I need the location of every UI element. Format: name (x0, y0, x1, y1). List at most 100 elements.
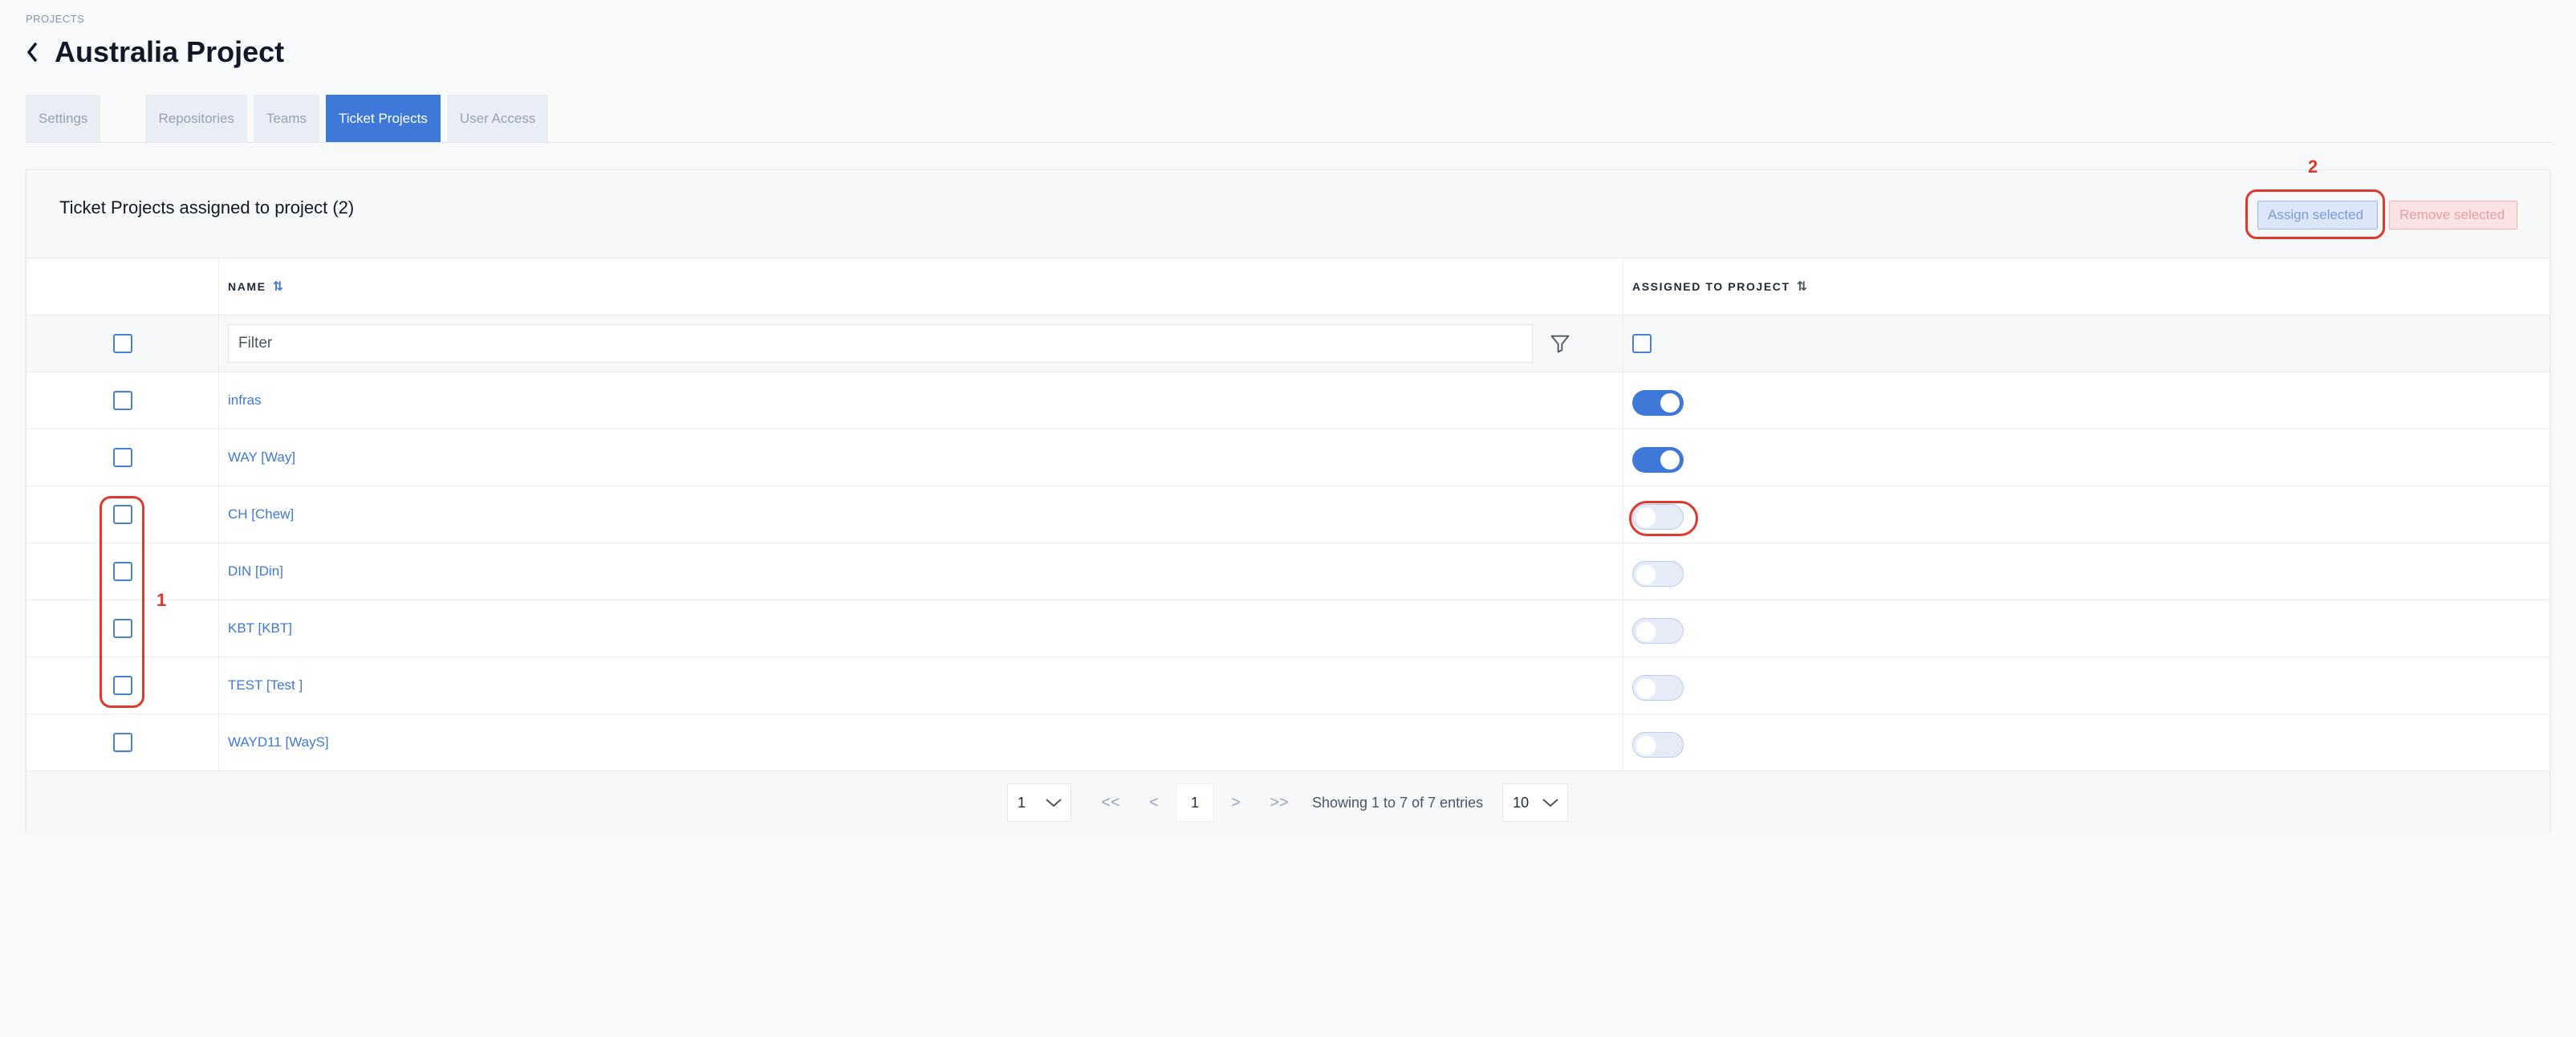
assigned-toggle[interactable] (1632, 504, 1684, 530)
project-link[interactable]: WAY [Way] (228, 449, 295, 466)
pagination: 1 << < 1 > >> Showing 1 to 7 of 7 entrie… (1007, 783, 1569, 822)
row-name-cell: DIN [Din] (219, 543, 1623, 600)
row-assigned-cell (1623, 714, 2550, 771)
toggle-knob (1636, 622, 1656, 641)
row-check-cell (26, 429, 219, 486)
entries-summary: Showing 1 to 7 of 7 entries (1312, 794, 1484, 811)
page-select[interactable]: 1 (1007, 783, 1071, 822)
project-link[interactable]: KBT [KBT] (228, 620, 292, 636)
prev-page-button[interactable]: < (1132, 783, 1176, 822)
row-check-cell (26, 657, 219, 714)
table-row: infras (26, 372, 2550, 429)
title-row: Australia Project (26, 35, 284, 69)
next-page-button[interactable]: > (1214, 783, 1258, 822)
name-column-header[interactable]: NAME (228, 280, 266, 293)
current-page-button[interactable]: 1 (1176, 783, 1214, 822)
row-check-cell (26, 486, 219, 543)
name-filter-input[interactable] (228, 324, 1533, 363)
toggle-knob (1660, 393, 1680, 413)
tab-teams[interactable]: Teams (253, 95, 320, 143)
assigned-filter-cell (1623, 315, 2550, 372)
toggle-knob (1636, 679, 1656, 698)
row-checkbox[interactable] (112, 676, 132, 695)
row-assigned-cell (1623, 600, 2550, 657)
name-header-cell[interactable]: NAME ⇅ (219, 258, 1623, 315)
row-checkbox[interactable] (112, 619, 132, 638)
tab-user-access[interactable]: User Access (446, 95, 549, 143)
sort-icon[interactable]: ⇅ (1797, 279, 1807, 295)
pagination-footer: 1 << < 1 > >> Showing 1 to 7 of 7 entrie… (26, 771, 2550, 834)
table-row: CH [Chew] (26, 486, 2550, 543)
breadcrumb[interactable]: PROJECTS (26, 13, 84, 25)
filter-row (26, 315, 2550, 372)
row-check-cell (26, 600, 219, 657)
chevron-down-icon (1542, 799, 1558, 807)
assigned-header-cell[interactable]: ASSIGNED TO PROJECT ⇅ (1623, 258, 2550, 315)
assigned-filter-checkbox[interactable] (1632, 334, 1652, 353)
row-name-cell: WAYD11 [WayS] (219, 714, 1623, 771)
page-size-select[interactable]: 10 (1502, 783, 1569, 822)
assigned-toggle[interactable] (1632, 561, 1684, 587)
tab-settings[interactable]: Settings (26, 95, 101, 143)
toggle-knob (1636, 565, 1656, 584)
remove-selected-button[interactable]: Remove selected (2389, 201, 2517, 230)
sort-asc-icon[interactable]: ⇅ (273, 279, 283, 295)
row-assigned-cell (1623, 372, 2550, 429)
panel-title: Ticket Projects assigned to project (2) (59, 197, 355, 218)
assigned-toggle[interactable] (1632, 618, 1684, 644)
row-assigned-cell (1623, 657, 2550, 714)
tabs-divider (26, 142, 2550, 143)
tab-ticket-projects[interactable]: Ticket Projects (326, 95, 441, 143)
first-page-button[interactable]: << (1089, 783, 1132, 822)
row-check-cell (26, 372, 219, 429)
page-select-value: 1 (1018, 794, 1026, 811)
project-link[interactable]: WAYD11 [WayS] (228, 734, 329, 750)
row-check-cell (26, 714, 219, 771)
table-row: WAY [Way] (26, 429, 2550, 486)
toggle-knob (1636, 508, 1656, 527)
table-row: KBT [KBT] (26, 600, 2550, 657)
row-name-cell: WAY [Way] (219, 429, 1623, 486)
select-all-checkbox[interactable] (112, 334, 132, 353)
row-assigned-cell (1623, 429, 2550, 486)
row-checkbox[interactable] (112, 733, 132, 752)
row-checkbox[interactable] (112, 505, 132, 524)
row-checkbox[interactable] (112, 562, 132, 581)
table-row: WAYD11 [WayS] (26, 714, 2550, 771)
header-check-cell (26, 258, 219, 315)
annotation-label-2: 2 (2308, 157, 2318, 177)
select-all-cell (26, 315, 219, 372)
row-checkbox[interactable] (112, 448, 132, 467)
table-header-row: NAME ⇅ ASSIGNED TO PROJECT ⇅ (26, 258, 2550, 315)
filter-cell (219, 315, 1623, 372)
tab-bar: Settings Repositories Teams Ticket Proje… (26, 95, 555, 143)
ticket-projects-panel: Ticket Projects assigned to project (2) … (26, 169, 2550, 834)
row-name-cell: KBT [KBT] (219, 600, 1623, 657)
filter-icon[interactable] (1549, 332, 1571, 355)
project-link[interactable]: infras (228, 392, 262, 409)
assigned-toggle[interactable] (1632, 732, 1684, 758)
project-link[interactable]: CH [Chew] (228, 506, 294, 523)
project-link[interactable]: TEST [Test ] (228, 677, 303, 693)
annotation-label-1: 1 (156, 590, 167, 610)
assigned-toggle[interactable] (1632, 390, 1684, 416)
table-row: DIN [Din] (26, 543, 2550, 600)
row-checkbox[interactable] (112, 391, 132, 410)
assigned-column-header[interactable]: ASSIGNED TO PROJECT (1632, 280, 1790, 293)
row-name-cell: infras (219, 372, 1623, 429)
project-link[interactable]: DIN [Din] (228, 563, 283, 580)
assign-selected-button[interactable]: Assign selected (2257, 201, 2378, 230)
row-check-cell (26, 543, 219, 600)
row-assigned-cell (1623, 543, 2550, 600)
toggle-knob (1636, 736, 1656, 755)
back-chevron-icon[interactable] (26, 36, 45, 68)
page-size-value: 10 (1513, 794, 1530, 811)
last-page-button[interactable]: >> (1258, 783, 1301, 822)
assigned-toggle[interactable] (1632, 675, 1684, 701)
row-assigned-cell (1623, 486, 2550, 543)
assigned-toggle[interactable] (1632, 447, 1684, 473)
tab-repositories[interactable]: Repositories (145, 95, 247, 143)
ticket-projects-table: NAME ⇅ ASSIGNED TO PROJECT ⇅ Filter infr… (26, 258, 2550, 771)
page-title: Australia Project (55, 35, 285, 68)
panel-header: Ticket Projects assigned to project (2) … (26, 170, 2550, 258)
